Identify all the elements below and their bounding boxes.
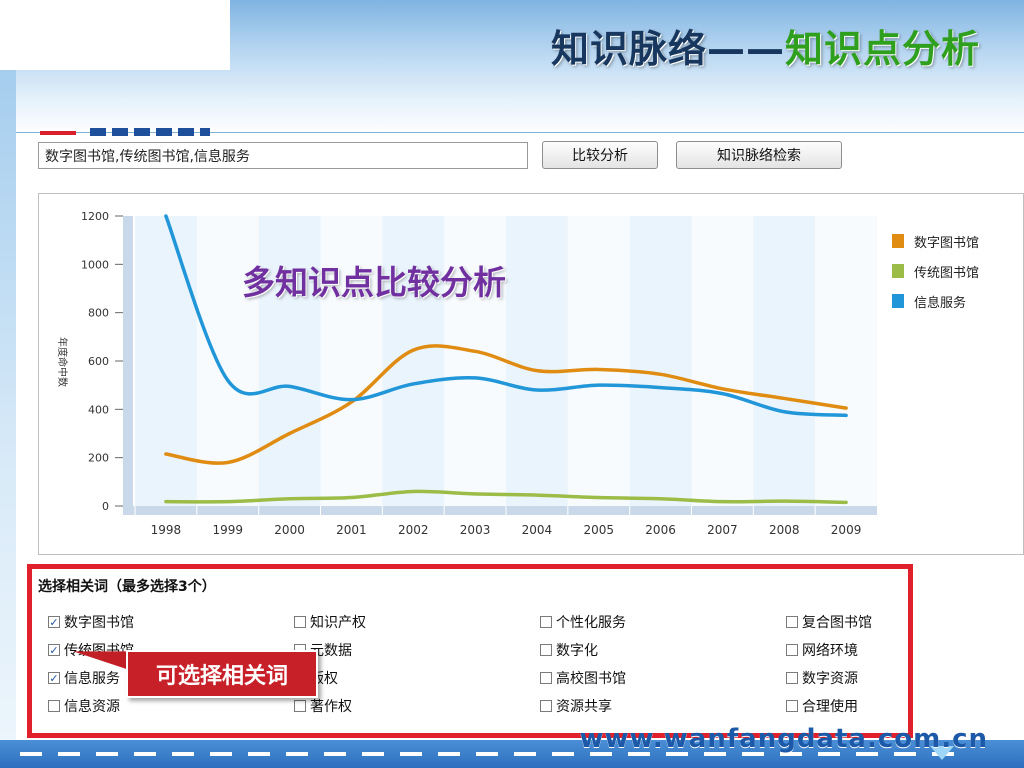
search-input[interactable]: [38, 142, 528, 169]
plot-band: [629, 216, 692, 506]
x-tick-label: 2007: [707, 523, 738, 537]
side-background: [0, 0, 16, 768]
keyword-checkbox[interactable]: 合理使用: [786, 696, 858, 716]
page-title: 知识脉络——知识点分析: [551, 18, 980, 73]
keyword-label: 知识产权: [310, 615, 366, 631]
checkbox-icon[interactable]: [540, 616, 552, 628]
keyword-label: 数字资源: [802, 671, 858, 687]
checkbox-icon[interactable]: ✓: [48, 644, 60, 656]
y-tick-label: 0: [102, 500, 109, 513]
y-tick-label: 400: [88, 403, 109, 416]
footer-url: www.wanfangdata.com.cn: [579, 724, 988, 754]
checkbox-icon[interactable]: [786, 644, 798, 656]
y-tick-label: 800: [88, 307, 109, 320]
plot-band: [815, 216, 877, 506]
keyword-checkbox[interactable]: 知识产权: [294, 612, 366, 632]
logo-area: [0, 0, 230, 70]
site-logo-fragment: [40, 128, 210, 136]
x-tick-label: 2000: [274, 523, 305, 537]
keyword-checkbox[interactable]: ✓ 数字图书馆: [48, 612, 134, 632]
x-tick-label: 2005: [583, 523, 614, 537]
checkbox-icon[interactable]: ✓: [48, 616, 60, 628]
keyword-label: 复合图书馆: [802, 615, 872, 631]
y-axis-label: 年度命中数: [56, 337, 69, 387]
checkbox-icon[interactable]: [48, 700, 60, 712]
plot-band: [567, 216, 630, 506]
y-axis-bar: [123, 216, 133, 510]
plot-band: [506, 216, 568, 506]
legend-item: 数字图书馆: [892, 226, 979, 256]
checkbox-icon[interactable]: [786, 672, 798, 684]
keyword-checkbox[interactable]: 著作权: [294, 696, 352, 716]
keyword-checkbox[interactable]: 数字化: [540, 640, 598, 660]
x-tick-label: 1999: [212, 523, 243, 537]
keyword-checkbox[interactable]: 个性化服务: [540, 612, 626, 632]
keyword-checkbox[interactable]: 信息资源: [48, 696, 120, 716]
keyword-label: 数字图书馆: [64, 615, 134, 631]
checkbox-icon[interactable]: [786, 616, 798, 628]
x-tick-label: 2008: [769, 523, 800, 537]
related-keywords-title: 选择相关词（最多选择3个）: [38, 579, 216, 595]
title-main: 知识脉络: [550, 27, 707, 71]
keyword-checkbox[interactable]: 高校图书馆: [540, 668, 626, 688]
checkbox-icon[interactable]: ✓: [48, 672, 60, 684]
y-tick-label: 1000: [81, 258, 109, 271]
plot-band: [135, 216, 197, 506]
compare-button[interactable]: 比较分析: [542, 141, 658, 169]
keyword-label: 高校图书馆: [556, 671, 626, 687]
keyword-label: 个性化服务: [556, 615, 626, 631]
title-sub: 知识点分析: [784, 27, 980, 71]
legend-item: 信息服务: [892, 286, 979, 316]
keyword-label: 网络环境: [802, 643, 858, 659]
legend-label: 传统图书馆: [914, 265, 980, 281]
legend-swatch: [892, 294, 904, 308]
line-chart: 0 200 400 600 800 1000 1200 1998 1999 2000 2001 20…: [56, 210, 877, 537]
checkbox-icon[interactable]: [540, 672, 552, 684]
checkbox-icon[interactable]: [540, 644, 552, 656]
keyword-checkbox[interactable]: 数字资源: [786, 668, 858, 688]
keyword-checkbox[interactable]: 网络环境: [786, 640, 858, 660]
chart-legend: 数字图书馆 传统图书馆 信息服务: [892, 226, 979, 316]
x-tick-label: 2002: [398, 523, 429, 537]
checkbox-icon[interactable]: [786, 700, 798, 712]
legend-swatch: [892, 234, 904, 248]
y-tick-label: 200: [88, 452, 109, 465]
legend-item: 传统图书馆: [892, 256, 979, 286]
trace-search-button[interactable]: 知识脉络检索: [676, 141, 842, 169]
chart-panel: 0 200 400 600 800 1000 1200 1998 1999 2000 2001 20…: [38, 193, 1024, 555]
x-tick-label: 1998: [151, 523, 182, 537]
legend-label: 信息服务: [914, 295, 967, 311]
keyword-checkbox[interactable]: 复合图书馆: [786, 612, 872, 632]
plot-band: [691, 216, 754, 506]
checkbox-icon[interactable]: [294, 616, 306, 628]
keyword-checkbox[interactable]: 资源共享: [540, 696, 612, 716]
keyword-label: 信息资源: [64, 699, 120, 715]
x-tick-label: 2004: [522, 523, 553, 537]
keyword-label: 资源共享: [556, 699, 612, 715]
y-tick-label: 600: [88, 355, 109, 368]
x-tick-label: 2001: [336, 523, 367, 537]
x-tick-label: 2009: [831, 523, 862, 537]
x-axis-bar: [123, 506, 877, 515]
plot-band: [753, 216, 816, 506]
chart-overlay-caption: 多知识点比较分析: [242, 263, 506, 302]
legend-label: 数字图书馆: [914, 235, 980, 251]
keyword-label: 合理使用: [802, 699, 858, 715]
callout-label: 可选择相关词: [126, 650, 318, 698]
y-tick-label: 1200: [81, 210, 109, 223]
legend-swatch: [892, 264, 904, 278]
keyword-checkbox[interactable]: ✓ 信息服务: [48, 668, 120, 688]
keyword-label: 著作权: [310, 699, 352, 715]
keyword-label: 数字化: [556, 643, 598, 659]
x-tick-label: 2003: [460, 523, 491, 537]
checkbox-icon[interactable]: [540, 700, 552, 712]
keyword-label: 信息服务: [64, 671, 120, 687]
title-dash: ——: [706, 27, 785, 71]
checkbox-icon[interactable]: [294, 700, 306, 712]
x-tick-label: 2006: [645, 523, 676, 537]
